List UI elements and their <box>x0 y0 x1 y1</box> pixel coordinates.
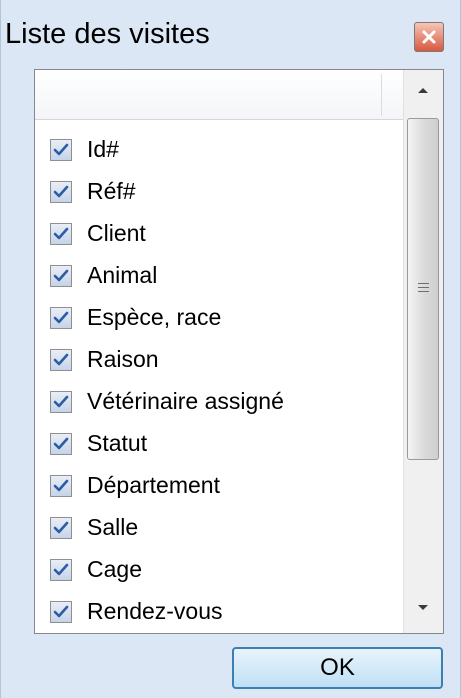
column-checklist[interactable]: Id# Réf# Client Animal Espèce, race Raison Vét… <box>34 69 444 634</box>
arrow-up-icon <box>418 88 428 93</box>
checkbox[interactable] <box>50 307 72 329</box>
checkmark-icon <box>53 185 69 198</box>
checklist-item-label: Animal <box>87 262 158 288</box>
checkmark-icon <box>53 479 69 492</box>
checkmark-icon <box>53 605 69 618</box>
checklist-items: Id# Réf# Client Animal Espèce, race Raison Vét… <box>35 134 403 633</box>
checkbox[interactable] <box>50 349 72 371</box>
checklist-item-label: Salle <box>87 514 139 540</box>
thumb-grip-line <box>418 291 429 292</box>
scrollbar-thumb[interactable] <box>407 118 439 460</box>
checklist-item[interactable]: Salle <box>35 512 403 554</box>
checklist-item-label: Statut <box>87 430 148 456</box>
vertical-scrollbar[interactable] <box>403 70 443 633</box>
checkbox[interactable] <box>50 517 72 539</box>
checklist-item-label: Client <box>87 220 146 246</box>
checklist-item[interactable]: Espèce, race <box>35 302 403 344</box>
checklist-item-label: Réf# <box>87 178 136 204</box>
checkmark-icon <box>53 521 69 534</box>
checkbox[interactable] <box>50 139 72 161</box>
checklist-item[interactable]: Id# <box>35 134 403 176</box>
header-divider <box>381 74 382 116</box>
checkmark-icon <box>53 143 69 156</box>
checklist-item-label: Vétérinaire assigné <box>87 388 284 414</box>
ok-button[interactable]: OK <box>232 647 443 689</box>
checklist-item-label: Rendez-vous <box>87 598 223 624</box>
close-button[interactable] <box>414 22 444 52</box>
checklist-item-label: Id# <box>87 136 119 162</box>
dialog-title: Liste des visites <box>5 18 210 50</box>
checkmark-icon <box>53 227 69 240</box>
thumb-grip-line <box>418 283 429 284</box>
list-column-header <box>35 70 403 120</box>
checklist-item[interactable]: Client <box>35 218 403 260</box>
close-icon <box>422 30 436 44</box>
visit-list-dialog: Liste des visites Id# Réf# Client Animal Esp… <box>0 0 461 698</box>
checklist-item[interactable]: Statut <box>35 428 403 470</box>
checkbox[interactable] <box>50 601 72 623</box>
checklist-item[interactable]: Département <box>35 470 403 512</box>
checkbox[interactable] <box>50 559 72 581</box>
checkmark-icon <box>53 269 69 282</box>
checkbox[interactable] <box>50 475 72 497</box>
checklist-item[interactable]: Réf# <box>35 176 403 218</box>
checkmark-icon <box>53 563 69 576</box>
checklist-item-label: Cage <box>87 556 142 582</box>
checkbox[interactable] <box>50 223 72 245</box>
scroll-down-button[interactable] <box>404 590 443 630</box>
checkbox[interactable] <box>50 433 72 455</box>
arrow-down-icon <box>418 605 428 610</box>
checklist-item-label: Espèce, race <box>87 304 222 330</box>
checkmark-icon <box>53 395 69 408</box>
checkbox[interactable] <box>50 265 72 287</box>
thumb-grip-line <box>418 287 429 288</box>
title-bar: Liste des visites <box>1 0 460 68</box>
checklist-item-label: Raison <box>87 346 159 372</box>
checkbox[interactable] <box>50 391 72 413</box>
checklist-item[interactable]: Animal <box>35 260 403 302</box>
checklist-item[interactable]: Raison <box>35 344 403 386</box>
checkbox[interactable] <box>50 181 72 203</box>
checkmark-icon <box>53 353 69 366</box>
checklist-item-label: Département <box>87 472 220 498</box>
checkmark-icon <box>53 437 69 450</box>
checklist-item[interactable]: Vétérinaire assigné <box>35 386 403 428</box>
checklist-item[interactable]: Cage <box>35 554 403 596</box>
checkmark-icon <box>53 311 69 324</box>
checklist-item[interactable]: Rendez-vous <box>35 596 403 633</box>
scroll-up-button[interactable] <box>404 72 443 112</box>
